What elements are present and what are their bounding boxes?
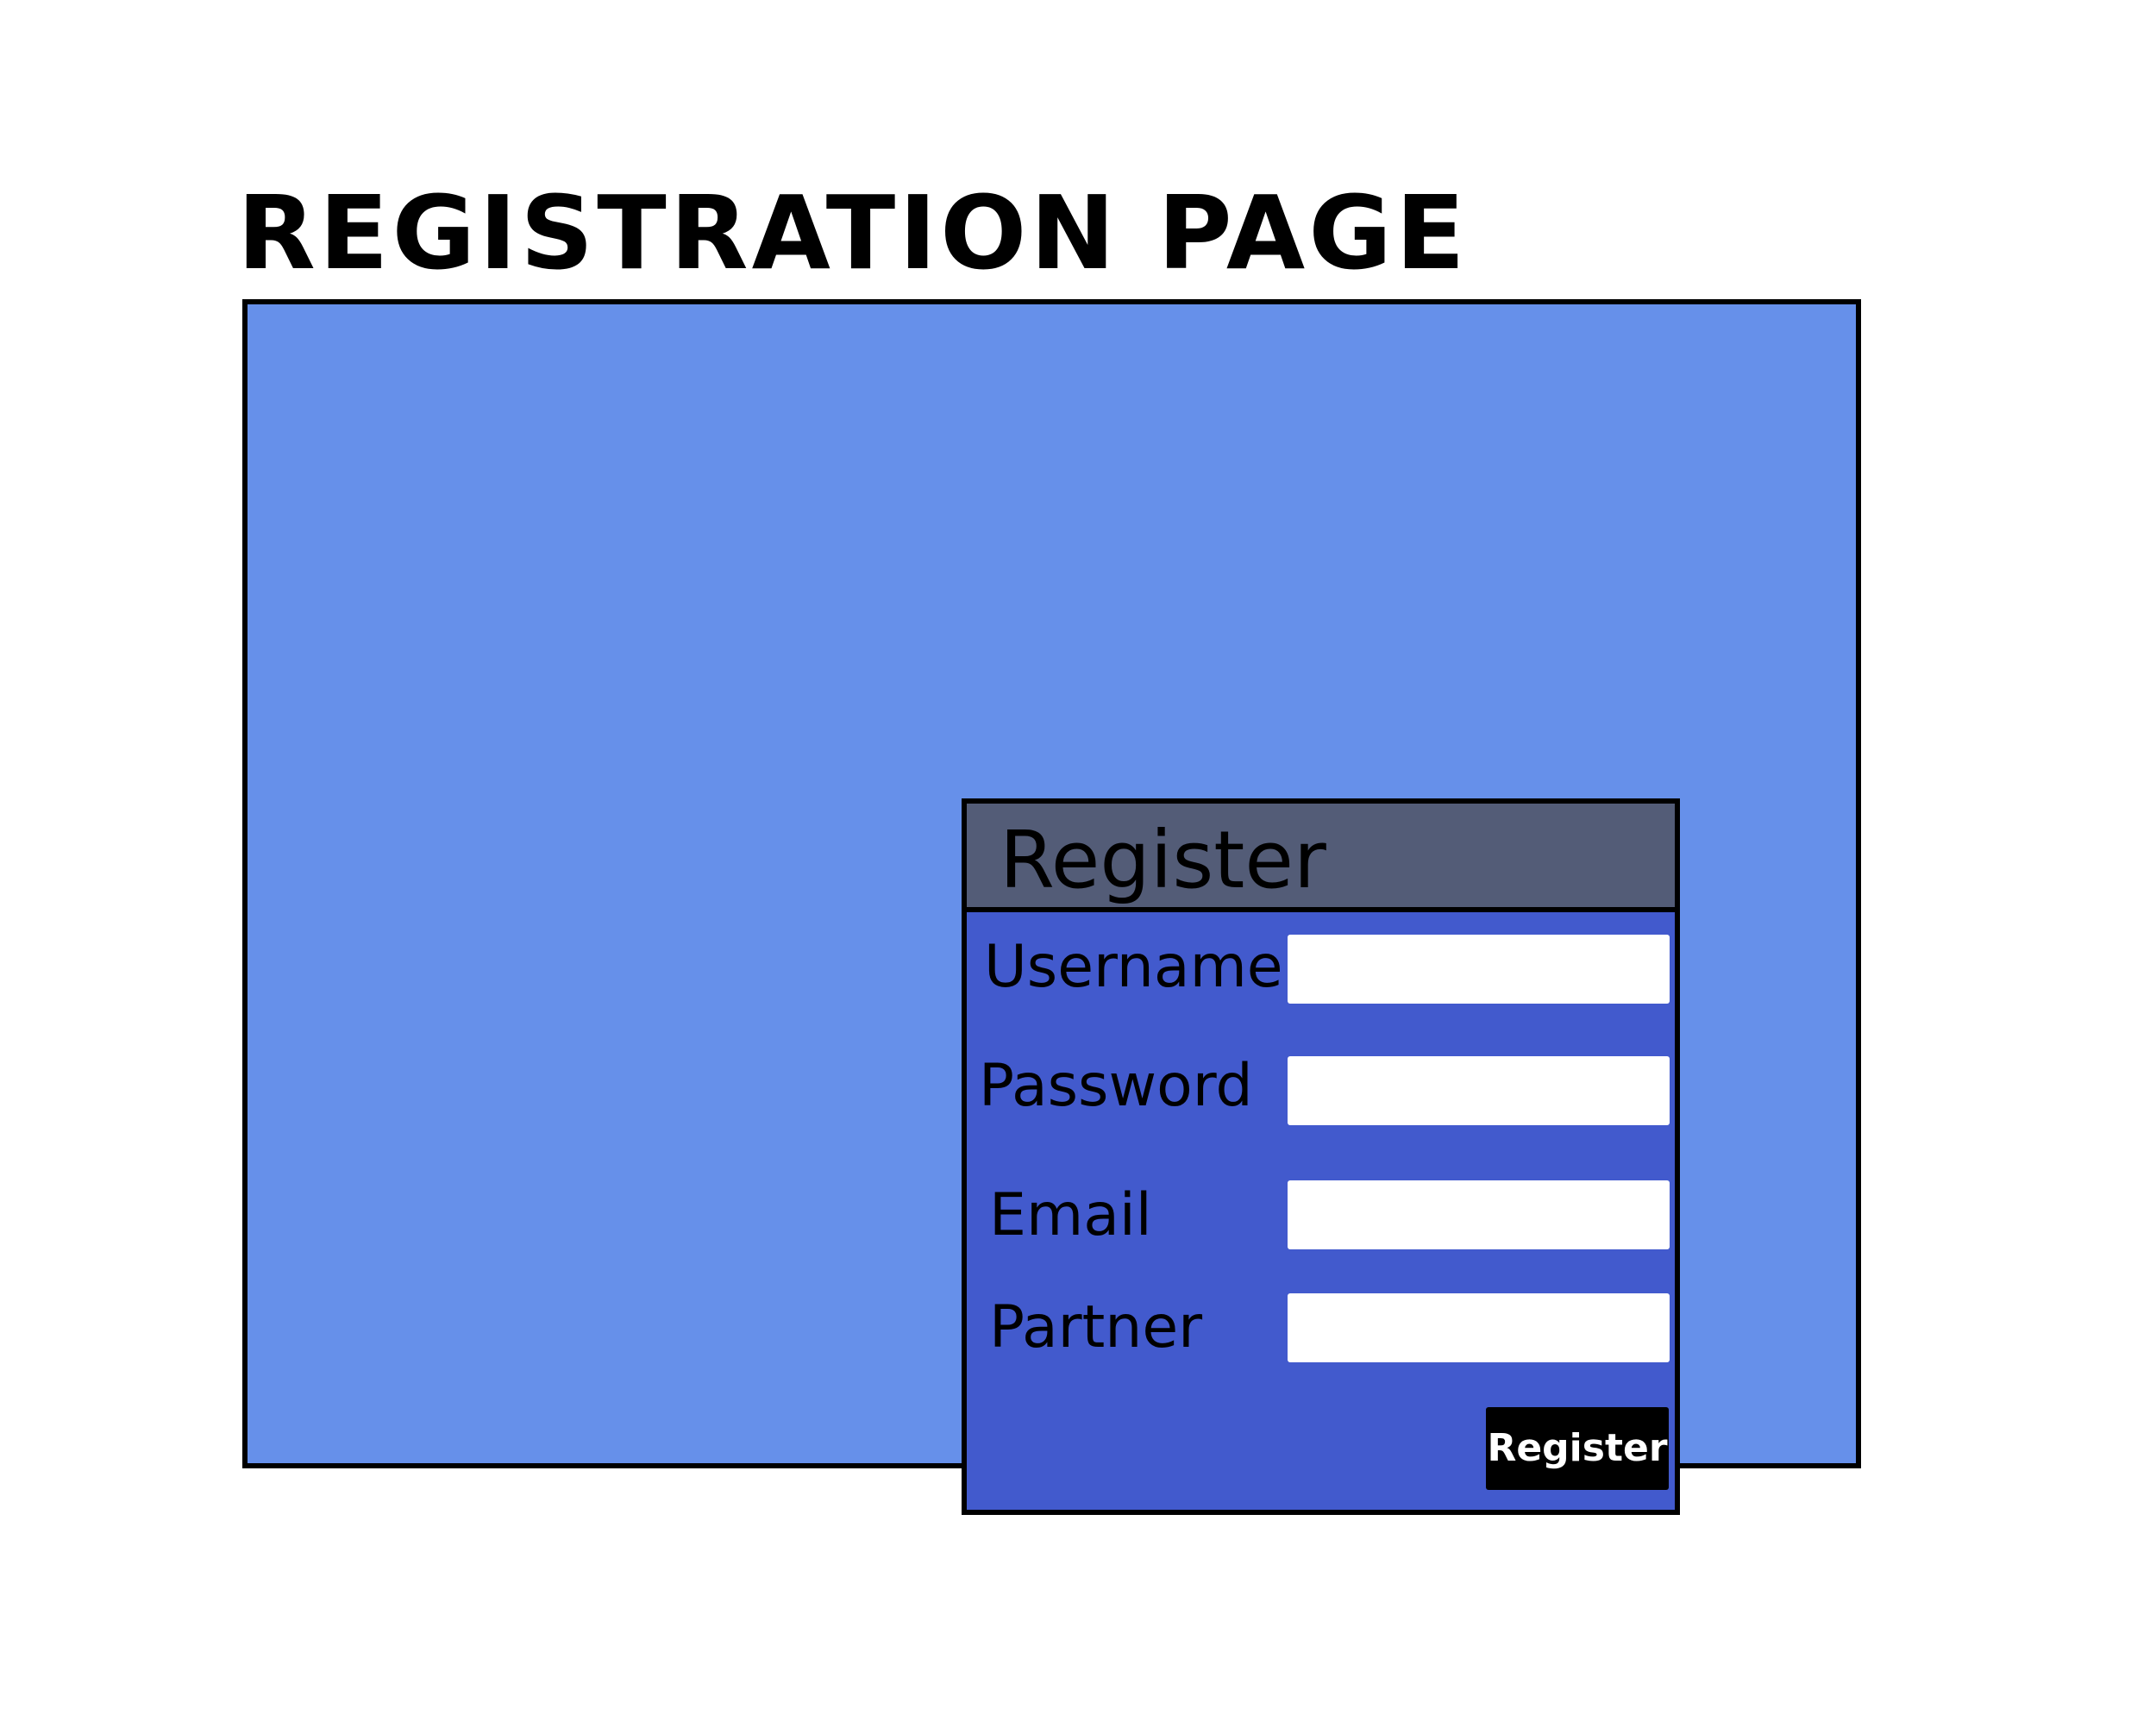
register-dialog: Register Username Password Email Partner… [962, 798, 1680, 1515]
partner-input[interactable] [1288, 1293, 1670, 1362]
page-title: REGISTRATION PAGE [237, 173, 1469, 292]
username-label: Username [984, 933, 1283, 1001]
register-dialog-header: Register [967, 804, 1675, 912]
browser-window: Register Username Password Email Partner… [242, 299, 1861, 1515]
email-label: Email [989, 1181, 1152, 1249]
username-input[interactable] [1288, 935, 1670, 1004]
password-label: Password [979, 1052, 1253, 1120]
register-dialog-title: Register [1000, 814, 1326, 906]
register-button[interactable]: Register [1486, 1407, 1669, 1490]
password-input[interactable] [1288, 1056, 1670, 1125]
partner-label: Partner [989, 1293, 1203, 1361]
email-input[interactable] [1288, 1180, 1670, 1249]
